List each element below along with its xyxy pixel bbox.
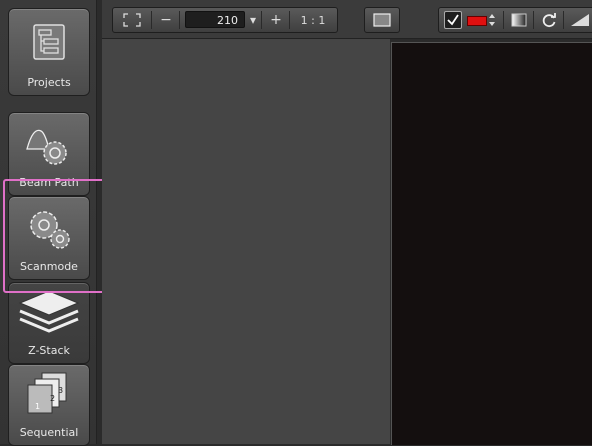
sequential-icon: 1 2 3	[27, 372, 67, 414]
main-area: − 210 ▾ + 1 : 1	[102, 0, 592, 445]
separator	[261, 11, 262, 29]
separator	[563, 11, 564, 29]
svg-text:3: 3	[58, 386, 63, 395]
image-view-icon	[373, 13, 391, 27]
color-swatch[interactable]	[467, 16, 487, 26]
fit-frame-icon	[123, 13, 141, 27]
contrast-button[interactable]	[505, 8, 533, 32]
separator	[503, 11, 504, 29]
gradient-icon	[571, 14, 589, 26]
display-group	[438, 7, 592, 33]
sidebar-item-label: Sequential	[19, 426, 79, 439]
zoom-dropdown[interactable]: ▾	[245, 8, 261, 32]
check-toggle[interactable]	[444, 11, 462, 29]
zoom-in-button[interactable]: +	[263, 8, 289, 32]
sidebar-item-label: Z-Stack	[28, 344, 70, 357]
gradient-button[interactable]	[565, 8, 592, 32]
spinner-arrows-icon	[489, 14, 495, 26]
sidebar-item-projects[interactable]: Projects	[8, 8, 90, 96]
svg-text:2: 2	[50, 394, 55, 403]
zoom-out-button[interactable]: −	[153, 8, 179, 32]
refresh-icon	[542, 13, 556, 28]
color-spinner[interactable]	[487, 11, 497, 29]
z-stack-icon	[18, 290, 80, 333]
ratio-button[interactable]: 1 : 1	[291, 8, 335, 32]
sidebar-item-label: Projects	[27, 76, 71, 89]
separator	[533, 11, 534, 29]
workspace-panel	[102, 39, 390, 444]
sidebar-item-sequential[interactable]: 1 2 3 Sequential	[8, 364, 90, 446]
beam-path-icon	[26, 129, 67, 165]
check-icon	[447, 14, 459, 26]
separator	[289, 11, 290, 29]
projects-icon	[33, 24, 65, 60]
sidebar-item-z-stack[interactable]: Z-Stack	[8, 282, 90, 364]
svg-text:1: 1	[35, 402, 40, 411]
refresh-button[interactable]	[535, 8, 563, 32]
image-view-button[interactable]	[364, 7, 400, 33]
image-viewer[interactable]	[391, 42, 592, 445]
zoom-value: 210	[217, 14, 238, 27]
toolbar: − 210 ▾ + 1 : 1	[102, 0, 592, 39]
contrast-icon	[511, 13, 527, 27]
zoom-group: − 210 ▾ + 1 : 1	[112, 7, 338, 33]
zoom-input[interactable]: 210	[185, 11, 245, 28]
separator	[151, 11, 152, 29]
fit-frame-button[interactable]	[113, 8, 151, 32]
separator	[179, 11, 180, 29]
